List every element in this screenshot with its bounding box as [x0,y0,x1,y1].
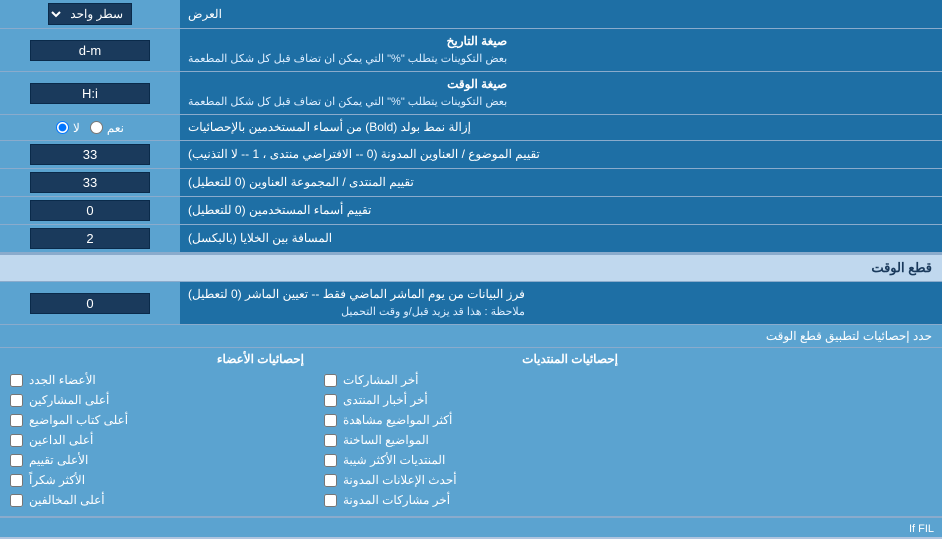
stats-apply-label: حدد إحصائيات لتطبيق قطع الوقت [10,329,932,343]
date-format-label: صيغة التاريخ [188,33,507,50]
if-fil-text: If FIL [909,523,934,535]
cutoff-value-input[interactable] [30,293,150,314]
username-order-input[interactable] [30,200,150,221]
time-format-label: صيغة الوقت [188,76,507,93]
checkbox-members-5[interactable] [10,454,23,467]
radio-yes-label: نعم [107,121,124,135]
forum-order-input[interactable] [30,172,150,193]
checkbox-posts-5[interactable] [324,454,337,467]
username-order-label: تقييم أسماء المستخدمين (0 للتعطيل) [188,202,371,219]
cutoff-label: فرز البيانات من يوم الماشر الماضي فقط --… [188,286,525,303]
checkbox-posts-7[interactable] [324,494,337,507]
list-item: الأعلى تقييم [10,450,304,470]
list-item: أعلى الداعين [10,430,304,450]
time-format-sublabel: بعض التكوينات يتطلب "%" التي يمكن ان تضا… [188,95,507,110]
date-format-sublabel: بعض التكوينات يتطلب "%" التي يمكن ان تضا… [188,52,507,67]
stats-members-title: إحصائيات الأعضاء [10,352,304,366]
topic-order-label: تقييم الموضوع / العناوين المدونة (0 -- ا… [188,146,540,163]
list-item: أخر المشاركات [324,370,618,390]
list-item: المنتديات الأكثر شيبة [324,450,618,470]
list-item: أكثر المواضيع مشاهدة [324,410,618,430]
bold-remove-yes-radio[interactable] [90,121,103,134]
list-item: أخر أخبار المنتدى [324,390,618,410]
display-label: العرض [188,6,222,23]
list-item: الأكثر شكراً [10,470,304,490]
list-item: أعلى كتاب المواضيع [10,410,304,430]
list-item: أخر مشاركات المدونة [324,490,618,510]
checkbox-posts-4[interactable] [324,434,337,447]
display-select[interactable]: سطر واحد سطرين ثلاثة أسطر [48,3,132,25]
list-item: أحدث الإعلانات المدونة [324,470,618,490]
topic-order-input[interactable] [30,144,150,165]
list-item: المواضيع الساخنة [324,430,618,450]
date-format-input[interactable] [30,40,150,61]
checkbox-members-7[interactable] [10,494,23,507]
checkbox-members-1[interactable] [10,374,23,387]
checkbox-posts-2[interactable] [324,394,337,407]
cutoff-section-header: قطع الوقت [0,253,942,282]
time-format-input[interactable] [30,83,150,104]
checkbox-posts-6[interactable] [324,474,337,487]
forum-order-label: تقييم المنتدى / المجموعة العناوين (0 للت… [188,174,414,191]
checkbox-members-2[interactable] [10,394,23,407]
cell-spacing-input[interactable] [30,228,150,249]
list-item: أعلى المشاركين [10,390,304,410]
checkbox-members-6[interactable] [10,474,23,487]
bold-remove-no-radio[interactable] [56,121,69,134]
checkbox-posts-3[interactable] [324,414,337,427]
radio-no-label: لا [73,121,80,135]
checkbox-members-3[interactable] [10,414,23,427]
checkbox-posts-1[interactable] [324,374,337,387]
bold-remove-label: إزالة نمط بولد (Bold) من أسماء المستخدمي… [188,119,471,136]
list-item: الأعضاء الجدد [10,370,304,390]
stats-posts-title: إحصائيات المنتديات [324,352,618,366]
cell-spacing-label: المسافة بين الخلايا (بالبكسل) [188,230,332,247]
cutoff-note: ملاحظة : هذا قد يزيد قبل/و وقت التحميل [188,305,525,320]
checkbox-members-4[interactable] [10,434,23,447]
list-item: أعلى المخالفين [10,490,304,510]
